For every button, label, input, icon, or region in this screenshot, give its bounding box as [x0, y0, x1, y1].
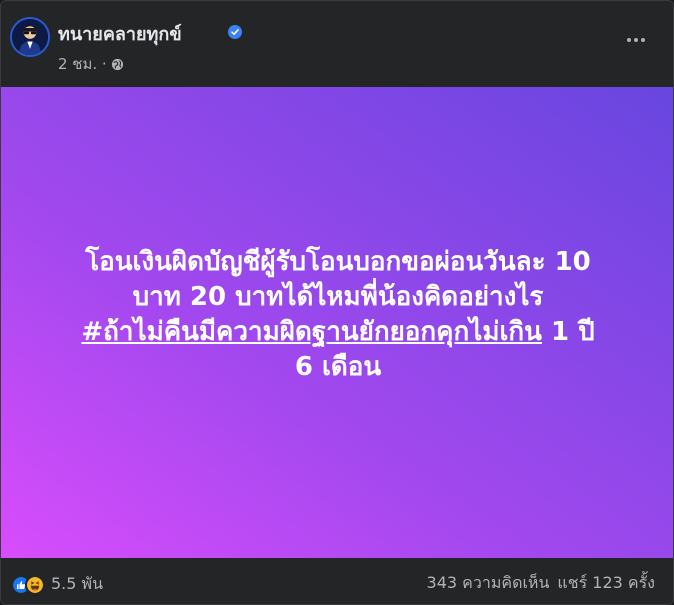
haha-icon — [25, 574, 45, 595]
post-text: โอนเงินผิดบัญชีผู้รับโอนบอกขอผ่อนวันละ 1… — [28, 245, 648, 385]
post-footer: 5.5 พัน 343 ความคิดเห็น แชร์ 123 ครั้ง — [1, 558, 673, 604]
post-card: ทนายคลายทุกข์ 2 ชม. · โอนเงินผิดบัญชีผู้… — [0, 0, 674, 605]
hashtag-link[interactable]: #ถ้าไม่คืนมีความผิดฐานยักยอกคุกไม่เกิน — [81, 317, 542, 347]
post-text-line: บาท 20 บาทได้ไหมพี่น้องคิดอย่างไร — [132, 281, 544, 312]
post-text-line: โอนเงินผิดบัญชีผู้รับโอนบอกขอผ่อนวันละ 1… — [85, 246, 591, 277]
reaction-count: 5.5 พัน — [51, 574, 104, 593]
post-stats: 343 ความคิดเห็น แชร์ 123 ครั้ง — [427, 571, 655, 596]
post-text-fragment: 1 ปี — [541, 316, 595, 347]
globe-icon[interactable] — [111, 58, 124, 71]
post-header: ทนายคลายทุกข์ 2 ชม. · — [1, 1, 673, 87]
post-text-line: #ถ้าไม่คืนมีความผิดฐานยักยอกคุกไม่เกิน 1… — [28, 315, 648, 350]
avatar[interactable] — [10, 17, 50, 57]
post-text-line: 6 เดือน — [294, 351, 382, 382]
post-text-background: โอนเงินผิดบัญชีผู้รับโอนบอกขอผ่อนวันละ 1… — [1, 87, 673, 558]
ellipsis-icon — [627, 38, 631, 42]
more-options-button[interactable] — [621, 25, 651, 55]
post-meta: 2 ชม. · — [58, 52, 124, 76]
avatar-image — [12, 19, 48, 55]
author-name[interactable]: ทนายคลายทุกข์ — [58, 19, 182, 48]
reactions-summary[interactable]: 5.5 พัน — [11, 572, 103, 597]
shares-count-link[interactable]: แชร์ 123 ครั้ง — [557, 573, 655, 592]
verified-badge-icon — [228, 25, 242, 39]
comments-count-link[interactable]: 343 ความคิดเห็น — [427, 573, 550, 592]
post-timestamp[interactable]: 2 ชม. · — [58, 52, 107, 76]
